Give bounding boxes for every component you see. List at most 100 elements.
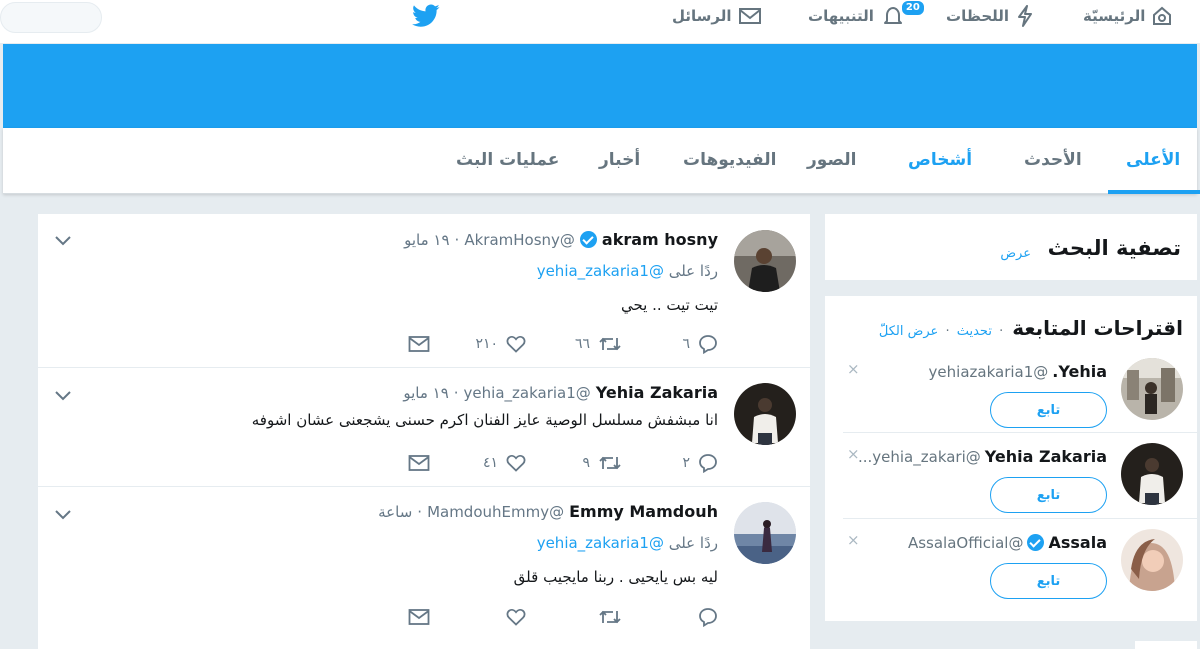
follow-button[interactable]: تابع bbox=[990, 477, 1107, 513]
tweet-author-handle[interactable]: @MamdouhEmmy bbox=[427, 503, 564, 521]
tab-latest[interactable]: الأحدث bbox=[1024, 150, 1082, 170]
avatar[interactable] bbox=[1121, 358, 1183, 420]
reply-icon bbox=[699, 454, 717, 473]
top-navigation: الرئيسيّة اللحظات 20 التنبيهات الرسائل bbox=[0, 0, 1200, 43]
like-action[interactable]: ٢١٠ bbox=[430, 335, 526, 353]
avatar[interactable] bbox=[1121, 529, 1183, 591]
search-filter-show-link[interactable]: عرض bbox=[1000, 246, 1031, 261]
envelope-icon bbox=[408, 455, 430, 471]
envelope-icon bbox=[408, 336, 430, 352]
separator-dot: · bbox=[453, 383, 459, 402]
verified-badge-icon bbox=[579, 231, 597, 248]
avatar[interactable] bbox=[734, 383, 796, 445]
dismiss-suggestion-icon[interactable]: × bbox=[847, 445, 860, 463]
chevron-down-icon[interactable] bbox=[54, 506, 72, 525]
direct-message-action[interactable] bbox=[334, 454, 430, 472]
view-all-link[interactable]: عرض الكلّ bbox=[879, 324, 938, 339]
tweet-author-handle[interactable]: @yehia_zakaria1 bbox=[464, 384, 591, 402]
heart-icon bbox=[506, 454, 526, 472]
who-to-follow-title: اقتراحات المتابعة bbox=[1012, 316, 1183, 340]
tweet-time[interactable]: ١٩ مايو bbox=[403, 384, 448, 402]
separator-dot: · bbox=[454, 230, 460, 249]
notifications-badge: 20 bbox=[899, 0, 926, 17]
tweet-time[interactable]: ١٩ مايو bbox=[404, 231, 449, 249]
like-action[interactable] bbox=[430, 608, 526, 626]
suggestion-name: Yehia Zakaria bbox=[984, 447, 1107, 466]
suggestion-item: Yehia Zakaria @yehia_zakari... × تابع bbox=[843, 432, 1197, 516]
active-tab-indicator bbox=[1108, 190, 1200, 194]
who-to-follow-header: اقتراحات المتابعة · تحديث · عرض الكلّ bbox=[879, 316, 1183, 340]
reply-action[interactable]: ٢ bbox=[622, 453, 718, 473]
reply-prefix: ردًا على bbox=[668, 262, 718, 280]
tab-videos[interactable]: الفيديوهات bbox=[683, 150, 777, 170]
separator-dot: · bbox=[417, 502, 423, 521]
like-count: ٢١٠ bbox=[475, 336, 498, 352]
avatar[interactable] bbox=[734, 502, 796, 564]
tweet-stream: akram hosny @AkramHosny · ١٩ مايو ردًا ع… bbox=[38, 214, 810, 649]
suggestion-name-row[interactable]: Yehia. @yehiazakaria1 bbox=[929, 362, 1107, 381]
tab-broadcasts[interactable]: عمليات البث bbox=[456, 150, 559, 170]
nav-messages[interactable]: الرسائل bbox=[672, 4, 762, 28]
direct-message-action[interactable] bbox=[334, 608, 430, 626]
nav-notifications-label: التنبيهات bbox=[808, 7, 874, 25]
verified-badge-icon bbox=[1027, 534, 1045, 551]
search-filter-card: تصفية البحث عرض bbox=[825, 214, 1197, 280]
tweet-author-name[interactable]: akram hosny bbox=[602, 230, 718, 249]
avatar[interactable] bbox=[1121, 443, 1183, 505]
tweet[interactable]: Yehia Zakaria @yehia_zakaria1 · ١٩ مايو … bbox=[38, 369, 810, 487]
tweet-actions: ٢ ٩ ٤١ bbox=[334, 453, 718, 473]
reply-action[interactable]: ٦ bbox=[622, 334, 718, 354]
separator-dot: · bbox=[999, 324, 1004, 339]
follow-button[interactable]: تابع bbox=[990, 563, 1107, 599]
suggestion-name-row[interactable]: Yehia Zakaria @yehia_zakari... bbox=[858, 447, 1107, 466]
tweet-author-handle[interactable]: @AkramHosny bbox=[464, 231, 575, 249]
tweet-author-name[interactable]: Yehia Zakaria bbox=[596, 383, 718, 402]
tab-people[interactable]: أشخاص bbox=[908, 150, 972, 170]
retweet-icon bbox=[599, 337, 621, 351]
suggestion-name: Yehia. bbox=[1052, 362, 1107, 381]
refresh-link[interactable]: تحديث bbox=[957, 324, 992, 339]
retweet-count: ٦٦ bbox=[574, 336, 590, 352]
header-banner bbox=[3, 44, 1197, 128]
envelope-icon bbox=[408, 609, 430, 625]
tweet-text: ليه بس يايحيى . ربنا مايجيب قلق bbox=[513, 568, 718, 586]
reply-count: ٦ bbox=[682, 336, 690, 352]
like-action[interactable]: ٤١ bbox=[430, 454, 526, 472]
direct-message-action[interactable] bbox=[334, 335, 430, 353]
retweet-action[interactable]: ٩ bbox=[526, 453, 622, 473]
dismiss-suggestion-icon[interactable]: × bbox=[847, 360, 860, 378]
tweet-author-name[interactable]: Emmy Mamdouh bbox=[569, 502, 718, 521]
tweet-header: Yehia Zakaria @yehia_zakaria1 · ١٩ مايو bbox=[403, 383, 718, 402]
suggestion-name-row[interactable]: Assala @AssalaOfficial bbox=[908, 533, 1107, 552]
chevron-down-icon[interactable] bbox=[54, 387, 72, 406]
avatar[interactable] bbox=[734, 230, 796, 292]
dismiss-suggestion-icon[interactable]: × bbox=[847, 531, 860, 549]
reply-icon bbox=[699, 335, 717, 354]
reply-action[interactable] bbox=[622, 607, 718, 627]
nav-moments-label: اللحظات bbox=[946, 7, 1010, 25]
tab-news[interactable]: أخبار bbox=[599, 150, 640, 170]
chevron-down-icon[interactable] bbox=[54, 232, 72, 251]
tab-photos[interactable]: الصور bbox=[807, 150, 856, 170]
tweet[interactable]: Emmy Mamdouh @MamdouhEmmy · ساعة ردًا عل… bbox=[38, 488, 810, 649]
like-count: ٤١ bbox=[482, 455, 498, 471]
suggestion-handle: @yehiazakaria1 bbox=[928, 362, 1049, 381]
heart-icon bbox=[506, 608, 526, 626]
follow-button[interactable]: تابع bbox=[990, 392, 1107, 428]
nav-moments[interactable]: اللحظات bbox=[946, 4, 1035, 28]
retweet-action[interactable] bbox=[526, 607, 622, 627]
tweet-time[interactable]: ساعة bbox=[378, 503, 412, 521]
twitter-bird-icon[interactable] bbox=[412, 4, 440, 32]
reply-count: ٢ bbox=[682, 455, 690, 471]
tab-top[interactable]: الأعلى bbox=[1126, 150, 1180, 170]
nav-home[interactable]: الرئيسيّة bbox=[1083, 4, 1173, 28]
search-box[interactable] bbox=[0, 2, 102, 33]
tweet[interactable]: akram hosny @AkramHosny · ١٩ مايو ردًا ع… bbox=[38, 214, 810, 368]
tweet-text: انا مبشفش مسلسل الوصية عايز الفنان اكرم … bbox=[251, 411, 718, 429]
tweet-actions bbox=[334, 607, 718, 627]
reply-to-link[interactable]: @yehia_zakaria1 bbox=[537, 262, 664, 280]
search-filter-title: تصفية البحث bbox=[1047, 236, 1181, 260]
nav-notifications[interactable]: 20 التنبيهات bbox=[808, 0, 926, 28]
retweet-action[interactable]: ٦٦ bbox=[526, 334, 622, 354]
reply-to-link[interactable]: @yehia_zakaria1 bbox=[537, 534, 664, 552]
